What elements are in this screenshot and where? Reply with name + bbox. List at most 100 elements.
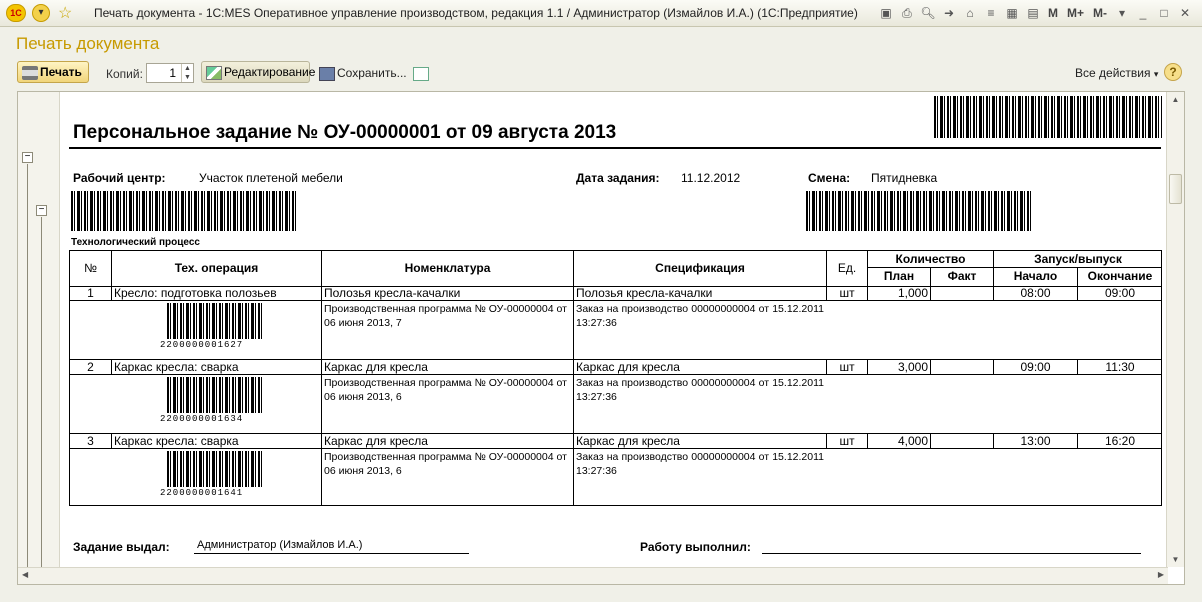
row-operation: Каркас кресла: сварка xyxy=(114,360,239,374)
row-end: 09:00 xyxy=(1104,286,1136,300)
row-program: Производственная программа № ОУ-00000004… xyxy=(324,451,567,477)
header-launch: Запуск/выпуск xyxy=(1034,252,1122,266)
print-icon[interactable]: ⎙ xyxy=(898,3,916,23)
row-nomenclature: Полозья кресла-качалки xyxy=(324,286,461,300)
close-icon[interactable]: ✕ xyxy=(1176,3,1194,23)
list-icon[interactable]: ≡ xyxy=(982,3,1000,23)
arrow-icon[interactable]: ➜ xyxy=(940,3,958,23)
row-unit: шт xyxy=(839,434,855,448)
subgroup-line xyxy=(41,217,42,567)
work-center-label: Рабочий центр: xyxy=(73,171,166,185)
performed-label: Работу выполнил: xyxy=(640,540,751,554)
window-titlebar: 1С ▾ ☆ Печать документа - 1C:MES Операти… xyxy=(0,0,1202,27)
header-nomenclature: Номенклатура xyxy=(404,261,491,275)
scroll-right-icon[interactable]: ▶ xyxy=(1158,570,1164,579)
row-program: Производственная программа № ОУ-00000004… xyxy=(324,303,567,329)
minimize-icon[interactable]: _ xyxy=(1134,3,1152,23)
row-end: 11:30 xyxy=(1105,360,1135,374)
header-start: Начало xyxy=(1013,269,1058,283)
row-unit: шт xyxy=(839,286,855,300)
row-barcode-number: 2200000001627 xyxy=(160,340,244,350)
preview-button[interactable] xyxy=(413,63,431,83)
horizontal-scrollbar[interactable]: ◀ ▶ xyxy=(18,567,1168,584)
document-viewer[interactable]: − − Персональное задание № ОУ-00000001 о… xyxy=(17,91,1185,585)
chevron-down-icon: ▾ xyxy=(1153,69,1159,79)
header-unit: Ед. xyxy=(837,261,857,275)
collapse-group-icon[interactable]: − xyxy=(22,152,33,163)
copies-label: Копий: xyxy=(106,67,143,81)
calendar-icon[interactable]: ▤ xyxy=(1024,3,1042,23)
help-icon[interactable]: ? xyxy=(1164,63,1182,81)
date-value: 11.12.2012 xyxy=(681,171,741,185)
scroll-up-icon[interactable]: ▲ xyxy=(1169,95,1182,104)
copies-input[interactable] xyxy=(147,64,179,82)
row-operation: Кресло: подготовка полозьев xyxy=(114,286,277,300)
row-rule xyxy=(70,300,1162,301)
save-button[interactable]: Сохранить... xyxy=(319,63,407,83)
printer-icon xyxy=(22,65,38,80)
row-plan: 4,000 xyxy=(897,434,928,448)
floppy-icon xyxy=(319,66,335,81)
header-quantity: Количество xyxy=(895,252,966,266)
calculator-icon[interactable]: ▦ xyxy=(1003,3,1021,23)
maximize-icon[interactable]: □ xyxy=(1155,3,1173,23)
header-specification: Спецификация xyxy=(655,261,745,275)
save-icon[interactable]: ▣ xyxy=(877,3,895,23)
preview-icon[interactable]: 🔍︎ xyxy=(919,3,937,23)
work-center-barcode xyxy=(71,191,297,231)
vertical-scrollbar[interactable]: ▲ ▼ xyxy=(1166,92,1184,567)
row-nomenclature: Каркас для кресла xyxy=(324,434,428,448)
print-button-label: Печать xyxy=(40,65,82,79)
app-logo[interactable]: 1С xyxy=(6,4,26,22)
scroll-thumb[interactable] xyxy=(1169,174,1182,204)
main-menu-icon[interactable]: ▾ xyxy=(32,4,50,22)
stepper-arrows-icon[interactable]: ▲ ▼ xyxy=(181,64,193,82)
row-end: 16:20 xyxy=(1104,434,1136,448)
row-program: Производственная программа № ОУ-00000004… xyxy=(324,377,567,403)
document-title: Персональное задание № ОУ-00000001 от 09… xyxy=(73,122,617,143)
issued-by-value: Администратор (Измайлов И.А.) xyxy=(197,539,363,551)
header-fact: Факт xyxy=(947,269,977,283)
shift-barcode xyxy=(806,191,1033,231)
header-plan: План xyxy=(883,269,915,283)
save-button-label: Сохранить... xyxy=(337,66,407,80)
operations-table: № Тех. операция Номенклатура Спецификаци… xyxy=(69,250,1162,506)
row-unit: шт xyxy=(839,360,855,374)
mem-button-m[interactable]: M xyxy=(1045,3,1061,23)
performed-underline xyxy=(762,553,1141,554)
edit-toggle-button[interactable]: Редактирование xyxy=(201,61,315,83)
home-icon[interactable]: ⌂ xyxy=(961,3,979,23)
mem-button-m-minus[interactable]: M- xyxy=(1090,3,1110,23)
collapse-subgroup-icon[interactable]: − xyxy=(36,205,47,216)
title-rule xyxy=(69,147,1161,149)
chevron-down-icon[interactable]: ▾ xyxy=(1113,3,1131,23)
magnifier-page-icon xyxy=(413,66,429,81)
print-button[interactable]: Печать xyxy=(17,61,89,83)
process-caption: Технологический процесс xyxy=(71,237,200,248)
scroll-down-icon[interactable]: ▼ xyxy=(1169,555,1182,564)
scroll-left-icon[interactable]: ◀ xyxy=(22,570,28,579)
row-start: 09:00 xyxy=(1020,360,1051,374)
mem-button-m-plus[interactable]: M+ xyxy=(1064,3,1087,23)
edit-icon xyxy=(206,65,222,80)
copies-stepper[interactable]: ▲▼ xyxy=(146,63,194,83)
window-title: Печать документа - 1C:MES Оперативное уп… xyxy=(94,6,858,20)
titlebar-toolbar: ▣ ⎙ 🔍︎ ➜ ⌂ ≡ ▦ ▤ M M+ M- ▾ _ □ ✕ xyxy=(877,3,1194,23)
work-center-value: Участок плетеной мебели xyxy=(199,171,343,185)
header-barcode xyxy=(934,96,1162,138)
issued-label: Задание выдал: xyxy=(73,540,170,554)
form-title: Печать документа xyxy=(16,34,160,53)
favorite-star-icon[interactable]: ☆ xyxy=(58,3,72,23)
row-barcode-number: 2200000001634 xyxy=(160,414,244,424)
row-specification: Каркас для кресла xyxy=(576,360,680,374)
row-num: 2 xyxy=(87,360,94,374)
header-end: Окончание xyxy=(1087,269,1153,283)
row-barcode xyxy=(167,377,263,413)
row-barcode xyxy=(167,451,263,487)
row-plan: 3,000 xyxy=(897,360,928,374)
row-barcode xyxy=(167,303,263,339)
edit-button-label: Редактирование xyxy=(224,65,316,79)
all-actions-menu[interactable]: Все действия ▾ xyxy=(1075,63,1158,83)
print-sheet: Персональное задание № ОУ-00000001 от 09… xyxy=(61,92,1165,567)
row-nomenclature: Каркас для кресла xyxy=(324,360,428,374)
